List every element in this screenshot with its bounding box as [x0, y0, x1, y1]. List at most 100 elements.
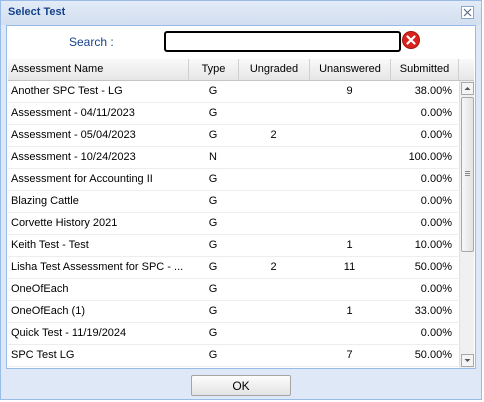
cell-ungraded — [238, 169, 309, 190]
cell-ungraded — [238, 191, 309, 212]
table-row[interactable]: Lisha Test Assessment for SPC - ... G 2 11 5… — [8, 257, 458, 279]
cell-type: G — [208, 239, 218, 251]
cell-unanswered: 9 — [346, 85, 353, 97]
cell-ungraded — [238, 235, 309, 256]
dialog-body: Search : Assessment Name Type Ungraded U… — [6, 25, 476, 369]
select-test-dialog: Select Test Search : Assessment Name Typ… — [0, 0, 482, 400]
cell-assessment-name: OneOfEach (1) — [11, 305, 85, 317]
scroll-grip-line — [465, 171, 470, 172]
cell-unanswered — [309, 279, 390, 300]
scroll-up-button[interactable] — [461, 82, 474, 95]
cell-ungraded — [238, 103, 309, 124]
cell-type: G — [208, 107, 218, 119]
scroll-grip-line — [465, 175, 470, 176]
table-row[interactable]: Assessment - 05/04/2023 G 2 0.00% — [8, 125, 458, 147]
cell-unanswered — [309, 169, 390, 190]
cell-unanswered — [309, 323, 390, 344]
cell-submitted: 10.00% — [414, 239, 452, 251]
search-input[interactable] — [164, 31, 401, 52]
cell-submitted: 0.00% — [420, 173, 452, 185]
cell-unanswered — [309, 147, 390, 168]
cell-type: G — [208, 129, 218, 141]
cell-assessment-name — [11, 367, 189, 368]
table-row[interactable]: Assessment - 10/24/2023 N 100.00% — [8, 147, 458, 169]
cell-unanswered — [309, 367, 390, 368]
grid-header: Assessment Name Type Ungraded Unanswered… — [8, 59, 474, 81]
table-row[interactable]: Keith Test - Test G 1 10.00% — [8, 235, 458, 257]
cell-type: G — [208, 85, 218, 97]
scroll-down-button[interactable] — [461, 354, 474, 367]
cell-type: G — [208, 305, 218, 317]
column-header-type[interactable]: Type — [189, 59, 239, 80]
cell-type: G — [208, 349, 218, 361]
table-row[interactable]: Quick Test - 11/19/2024 G 0.00% — [8, 323, 458, 345]
cell-submitted: 38.00% — [414, 85, 452, 97]
cell-type: G — [208, 261, 218, 273]
dialog-titlebar: Select Test — [1, 1, 481, 25]
cell-assessment-name: Blazing Cattle — [11, 195, 79, 207]
cell-type: G — [208, 283, 218, 295]
cell-assessment-name: Assessment - 04/11/2023 — [11, 107, 135, 119]
table-row[interactable]: OneOfEach (1) G 1 33.00% — [8, 301, 458, 323]
cell-submitted: 0.00% — [420, 129, 452, 141]
dialog-title: Select Test — [8, 6, 66, 18]
ok-button[interactable]: OK — [191, 375, 291, 396]
scroll-grip-line — [465, 173, 470, 174]
scroll-up-arrow-icon — [464, 87, 471, 90]
cell-ungraded — [238, 323, 309, 344]
cell-ungraded — [238, 213, 309, 234]
cell-type: N — [209, 151, 217, 163]
cell-assessment-name: Corvette History 2021 — [11, 217, 118, 229]
column-header-assessment-name[interactable]: Assessment Name — [8, 59, 189, 80]
column-header-ungraded[interactable]: Ungraded — [239, 59, 310, 80]
close-icon — [463, 8, 472, 17]
cell-ungraded — [238, 367, 309, 368]
table-row[interactable] — [8, 367, 458, 368]
column-header-unanswered[interactable]: Unanswered — [310, 59, 391, 80]
scroll-down-arrow-icon — [464, 359, 471, 362]
cell-type: G — [208, 217, 218, 229]
table-row[interactable]: SPC Test LG G 7 50.00% — [8, 345, 458, 367]
cell-assessment-name: Keith Test - Test — [11, 239, 89, 251]
cell-unanswered — [309, 191, 390, 212]
cell-submitted: 33.00% — [414, 305, 452, 317]
cell-ungraded: 2 — [270, 261, 277, 273]
cell-unanswered: 1 — [346, 305, 353, 317]
cell-ungraded — [238, 301, 309, 322]
cell-submitted: 0.00% — [420, 283, 452, 295]
cell-assessment-name: Lisha Test Assessment for SPC - ... — [11, 261, 184, 273]
cell-ungraded — [238, 81, 309, 102]
assessment-grid: Assessment Name Type Ungraded Unanswered… — [8, 59, 474, 368]
search-label: Search : — [69, 35, 114, 49]
grid-body: Another SPC Test - LG G 9 38.00% Assessment … — [8, 81, 458, 368]
scroll-thumb[interactable] — [461, 97, 474, 252]
cell-ungraded — [238, 279, 309, 300]
close-button[interactable] — [461, 6, 474, 19]
cell-assessment-name: Another SPC Test - LG — [11, 85, 123, 97]
table-row[interactable]: OneOfEach G 0.00% — [8, 279, 458, 301]
cell-assessment-name: Assessment - 10/24/2023 — [11, 151, 136, 163]
table-row[interactable]: Corvette History 2021 G 0.00% — [8, 213, 458, 235]
cell-ungraded — [238, 147, 309, 168]
cell-submitted: 50.00% — [414, 349, 452, 361]
cell-assessment-name: OneOfEach — [11, 283, 69, 295]
table-row[interactable]: Another SPC Test - LG G 9 38.00% — [8, 81, 458, 103]
cell-unanswered: 7 — [346, 349, 353, 361]
cell-submitted: 100.00% — [408, 151, 452, 163]
cell-submitted: 0.00% — [420, 327, 452, 339]
cell-type: G — [208, 195, 218, 207]
vertical-scrollbar[interactable] — [459, 81, 474, 368]
column-header-submitted[interactable]: Submitted — [391, 59, 459, 80]
cell-unanswered: 1 — [346, 239, 353, 251]
cell-assessment-name: Quick Test - 11/19/2024 — [11, 327, 127, 339]
cell-assessment-name: Assessment for Accounting II — [11, 173, 153, 185]
cell-submitted: 0.00% — [420, 195, 452, 207]
cell-unanswered — [309, 213, 390, 234]
table-row[interactable]: Blazing Cattle G 0.00% — [8, 191, 458, 213]
cell-submitted — [390, 367, 452, 368]
cell-assessment-name: Assessment - 05/04/2023 — [11, 129, 136, 141]
clear-search-icon[interactable] — [402, 31, 420, 49]
table-row[interactable]: Assessment - 04/11/2023 G 0.00% — [8, 103, 458, 125]
table-row[interactable]: Assessment for Accounting II G 0.00% — [8, 169, 458, 191]
cell-ungraded — [238, 345, 309, 366]
